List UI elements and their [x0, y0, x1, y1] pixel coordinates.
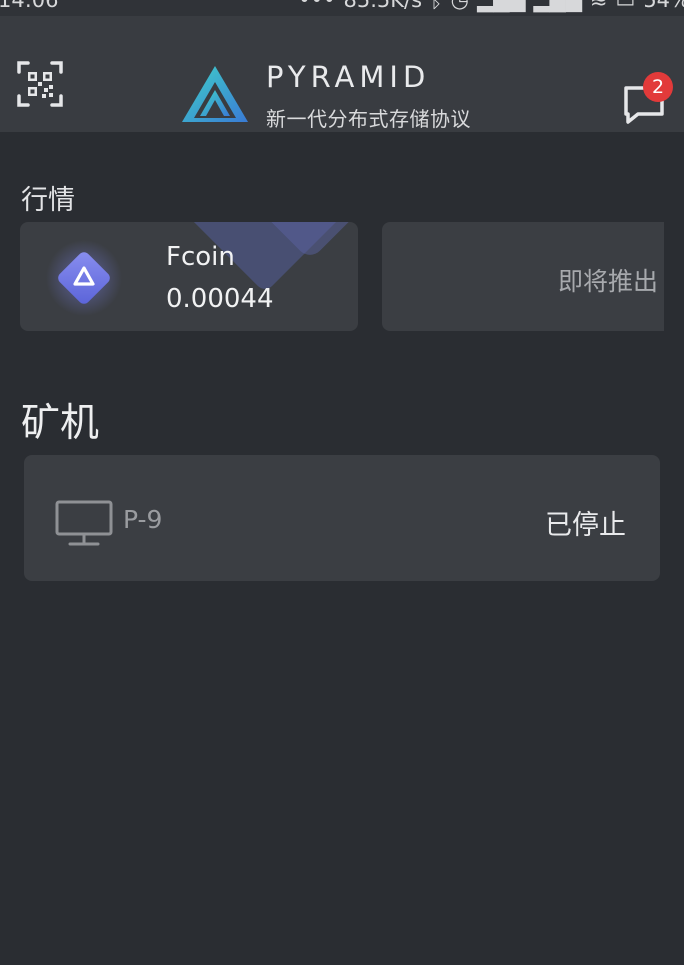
coin-price: 0.00044 [166, 284, 274, 314]
coin-card-fcoin[interactable]: Fcoin 0.00044 [20, 222, 358, 331]
network-speed: 85.5K/s [343, 0, 423, 12]
status-bar: 14:06 ••• 85.5K/s ᛒ ◷ ▂▄▆ ▂▄▆ ≋ ▭ 54% [0, 0, 684, 16]
coming-soon-card: 即将推出 [382, 222, 664, 331]
status-indicators: ••• 85.5K/s ᛒ ◷ ▂▄▆ ▂▄▆ ≋ ▭ 54% [298, 0, 684, 12]
battery-level: 54% [643, 0, 684, 12]
battery-icon: ▭ [615, 0, 636, 12]
notification-badge: 2 [643, 72, 673, 102]
miner-section-title: 矿机 [21, 401, 100, 446]
miner-status: 已停止 [545, 510, 626, 541]
signal-icon: ▂▄▆ [476, 0, 526, 12]
status-time: 14:06 [0, 0, 59, 12]
wifi-icon: ≋ [589, 0, 608, 12]
alarm-icon: ◷ [450, 0, 469, 12]
market-section-title: 行情 [21, 185, 75, 216]
qr-scan-icon[interactable] [16, 60, 64, 108]
brand-subtitle: 新一代分布式存储协议 [266, 107, 471, 131]
more-dots-icon: ••• [298, 0, 336, 12]
signal-icon-2: ▂▄▆ [533, 0, 582, 12]
monitor-icon [55, 500, 113, 546]
bluetooth-icon: ᛒ [430, 0, 443, 12]
miner-name: P-9 [123, 505, 163, 534]
app-header: PYRAMID 新一代分布式存储协议 2 [0, 16, 684, 132]
brand-title: PYRAMID [266, 60, 431, 94]
miner-item[interactable]: P-9 已停止 [24, 455, 660, 581]
coin-name: Fcoin [166, 242, 235, 272]
fcoin-diamond-icon [46, 240, 122, 316]
coming-soon-text: 即将推出 [558, 267, 659, 296]
pyramid-logo-icon [182, 66, 248, 122]
